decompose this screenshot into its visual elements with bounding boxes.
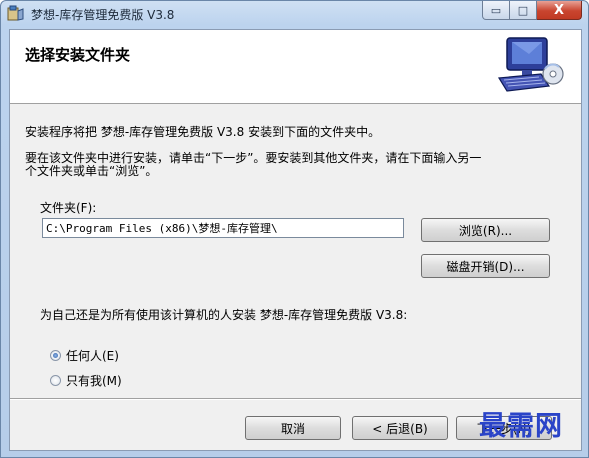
instruction-text-line2: 个文件夹或单击“浏览”。	[25, 164, 158, 178]
intro-text: 安装程序将把 梦想-库存管理免费版 V3.8 安装到下面的文件夹中。	[25, 125, 381, 139]
browse-button[interactable]: 浏览(R)...	[421, 218, 550, 242]
radio-just-me-label: 只有我(M)	[66, 374, 122, 388]
window-title: 梦想-库存管理免费版 V3.8	[31, 8, 175, 22]
close-icon: X	[553, 2, 565, 18]
radio-just-me[interactable]: 只有我(M)	[50, 372, 122, 389]
radio-just-me-button[interactable]	[50, 375, 61, 386]
close-button[interactable]: X	[537, 1, 582, 20]
installer-app-icon	[7, 5, 24, 21]
wizard-header: 选择安装文件夹	[10, 30, 581, 104]
minimize-icon: ▭	[490, 3, 502, 17]
radio-everyone-label: 任何人(E)	[66, 349, 119, 363]
installer-window: 梦想-库存管理免费版 V3.8 ▭ □ X 选择安装文件夹 安装程序将把 梦想-…	[0, 0, 589, 458]
page-title: 选择安装文件夹	[25, 46, 131, 64]
radio-everyone-button[interactable]	[50, 350, 61, 361]
install-for-label: 为自己还是为所有使用该计算机的人安装 梦想-库存管理免费版 V3.8:	[40, 308, 408, 322]
radio-everyone[interactable]: 任何人(E)	[50, 347, 119, 364]
minimize-button[interactable]: ▭	[482, 1, 510, 20]
disk-cost-button[interactable]: 磁盘开销(D)...	[421, 254, 550, 278]
back-button[interactable]: < 后退(B)	[352, 416, 448, 440]
maximize-button[interactable]: □	[510, 1, 537, 20]
wizard-client-area: 选择安装文件夹 安装程序将把 梦想-库存管理免费版 V3.8 安装到下面的文件夹…	[9, 29, 582, 451]
cancel-button[interactable]: 取消	[245, 416, 341, 440]
maximize-icon: □	[517, 3, 529, 17]
caption-buttons: ▭ □ X	[482, 1, 582, 20]
title-bar[interactable]: 梦想-库存管理免费版 V3.8 ▭ □ X	[1, 1, 588, 27]
folder-path-input[interactable]	[42, 218, 404, 238]
site-watermark: 最需网	[479, 411, 563, 442]
folder-label: 文件夹(F):	[40, 201, 97, 215]
footer-divider	[10, 398, 581, 400]
computer-cd-icon	[497, 37, 564, 92]
